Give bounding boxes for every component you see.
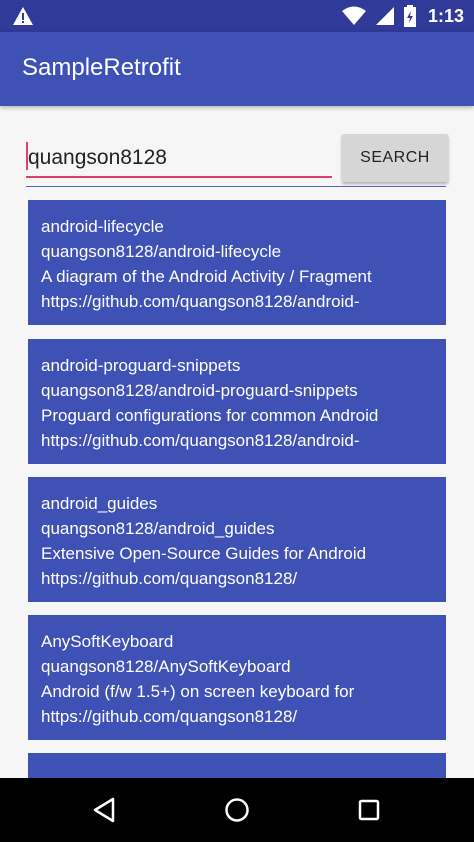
list-item-partial[interactable] <box>28 753 446 778</box>
repo-url: https://github.com/quangson8128/ <box>41 707 298 726</box>
repo-description: Proguard configurations for common Andro… <box>41 406 379 425</box>
repo-name: android-lifecycle <box>41 217 164 236</box>
signal-icon <box>375 7 394 25</box>
repo-full-name: quangson8128/android-proguard-snippets <box>41 381 358 400</box>
search-input[interactable] <box>26 140 332 178</box>
clock-time: 1:13 <box>427 5 464 26</box>
repo-name: android_guides <box>41 494 158 513</box>
repo-url: https://github.com/quangson8128/android- <box>41 431 360 450</box>
repo-full-name: quangson8128/android-lifecycle <box>41 242 282 261</box>
repo-full-name: quangson8128/android_guides <box>41 519 275 538</box>
list-item[interactable]: android_guides quangson8128/android_guid… <box>28 477 446 602</box>
repo-url: https://github.com/quangson8128/android- <box>41 292 360 311</box>
warning-icon <box>13 7 33 25</box>
text-cursor <box>26 142 28 170</box>
list-item[interactable]: android-proguard-snippets quangson8128/a… <box>28 339 446 464</box>
repo-name: android-proguard-snippets <box>41 356 241 375</box>
search-divider <box>26 186 446 187</box>
repo-url: https://github.com/quangson8128/ <box>41 569 298 588</box>
search-button[interactable]: SEARCH <box>342 134 448 182</box>
repo-description: Android (f/w 1.5+) on screen keyboard fo… <box>41 682 355 701</box>
app-title: SampleRetrofit <box>22 54 181 81</box>
back-icon[interactable] <box>89 794 121 826</box>
list-item[interactable]: AnySoftKeyboard quangson8128/AnySoftKeyb… <box>28 615 446 740</box>
list-item[interactable]: android-lifecycle quangson8128/android-l… <box>28 200 446 325</box>
repo-list[interactable]: android-lifecycle quangson8128/android-l… <box>28 200 446 778</box>
recents-icon[interactable] <box>353 794 385 826</box>
repo-name: AnySoftKeyboard <box>41 632 174 651</box>
navigation-bar <box>0 778 474 842</box>
repo-description: Extensive Open-Source Guides for Android <box>41 544 367 563</box>
status-bar: 1:13 <box>0 0 474 32</box>
repo-description: A diagram of the Android Activity / Frag… <box>41 267 372 286</box>
battery-icon <box>403 5 416 27</box>
wifi-icon <box>341 6 366 25</box>
search-row: SEARCH <box>26 132 450 188</box>
app-bar: SampleRetrofit <box>0 32 474 106</box>
home-icon[interactable] <box>221 794 253 826</box>
repo-full-name: quangson8128/AnySoftKeyboard <box>41 657 291 676</box>
